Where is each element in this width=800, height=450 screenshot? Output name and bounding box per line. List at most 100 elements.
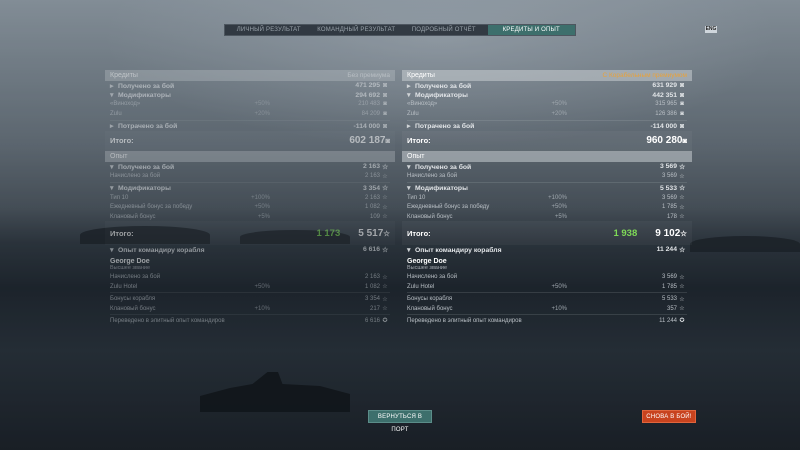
xp-star-icon: ☆ [679,306,685,313]
credits-icon: ◙ [679,82,685,90]
credits-title: Кредиты [407,72,435,79]
elite-xp-icon: ✪ [382,318,388,325]
xp-modifiers-row[interactable]: ▾ Модификаторы 3 354 ☆ [105,184,395,193]
xp-star-icon: ☆ [679,204,685,211]
credits-icon: ◙ [385,136,390,146]
credits-spent-row[interactable]: ▸ Потрачено за бой -114 000 ◙ [105,122,395,131]
credits-icon: ◙ [679,122,685,130]
captain-info: George Doe Высшее звание [402,255,692,273]
results-tabs: ЛИЧНЫЙ РЕЗУЛЬТАТ КОМАНДНЫЙ РЕЗУЛЬТАТ ПОД… [224,24,576,36]
chevron-right-icon: ▸ [110,123,114,131]
credits-total-row: Итого: 602 187 ◙ [105,131,395,151]
list-item: Клановый бонус +10% 357 ☆ [402,304,692,313]
chevron-down-icon: ▾ [110,246,114,254]
xp-star-icon: ☆ [382,274,388,281]
xp-star-icon: ☆ [381,185,389,193]
tab-credits-and-xp[interactable]: КРЕДИТЫ И ОПЫТ [487,25,575,35]
credits-earned-row[interactable]: ▸ Получено за бой 631 929 ◙ [402,81,692,90]
xp-earned-row[interactable]: ▾ Получено за бой 3 569 ☆ [402,162,692,171]
xp-star-icon: ☆ [382,195,388,202]
free-xp-value: 1 173 [316,227,341,239]
list-item: «Виноход» +50% 315 965 ◙ [402,100,692,109]
row-value: 471 295 [355,82,380,90]
credits-header: Кредиты С Корабельным премиумом [402,70,692,81]
xp-star-icon: ☆ [383,228,390,238]
divider [407,292,687,294]
xp-star-icon: ☆ [382,306,388,313]
results-column-premium: Кредиты С Корабельным премиумом ▸ Получен… [402,70,692,362]
list-item: Начислено за бой 3 569 ☆ [402,273,692,282]
captain-name: George Doe [110,257,150,265]
list-item: Клановый бонус +5% 109 ☆ [105,212,395,221]
list-item: Бонусы корабля 5 533 ☆ [402,294,692,303]
divider [110,314,390,316]
list-item: Переведено в элитный опыт командиров 11 2… [402,316,692,325]
xp-star-icon: ☆ [678,185,686,193]
xp-star-icon: ☆ [679,195,685,202]
chevron-down-icon: ▾ [407,185,411,193]
xp-header: Опыт [402,150,692,162]
language-flag-icon[interactable]: ENG [705,26,717,33]
credits-icon: ◙ [383,110,387,117]
captain-xp-row[interactable]: ▾ Опыт командиру корабля 6 616 ☆ [105,245,395,254]
chevron-down-icon: ▾ [407,163,411,171]
credits-earned-row[interactable]: ▸ Получено за бой 471 295 ◙ [105,81,395,90]
xp-star-icon: ☆ [382,173,388,180]
list-item: Zulu +20% 126 386 ◙ [402,109,692,118]
list-item: «Виноход» +50% 210 483 ◙ [105,100,395,109]
xp-total-row: Итого: 1 173 5 517 ☆ [105,221,395,245]
return-to-port-button[interactable]: ВЕРНУТЬСЯ В ПОРТ [368,410,432,433]
credits-modifiers-row[interactable]: ▾ Модификаторы 442 351 ◙ [402,90,692,100]
xp-star-icon: ☆ [680,228,687,238]
chevron-down-icon: ▾ [407,246,411,254]
row-label: Модификаторы [118,92,171,100]
row-value: -114 000 [353,122,380,130]
list-item: Начислено за бой 2 163 ☆ [105,171,395,180]
xp-star-icon: ☆ [679,284,685,291]
captain-name: George Doe [407,257,447,265]
tab-detailed-report[interactable]: ПОДРОБНЫЙ ОТЧЁТ [400,25,488,35]
credits-icon: ◙ [679,91,685,99]
captain-xp-row[interactable]: ▾ Опыт командиру корабля 11 244 ☆ [402,245,692,254]
xp-star-icon: ☆ [678,246,686,254]
free-xp-value: 1 938 [613,227,638,239]
xp-total-row: Итого: 1 938 9 102 ☆ [402,221,692,246]
chevron-down-icon: ▾ [407,92,411,100]
list-item: Ежедневный бонус за победу +50% 1 082 ☆ [105,203,395,212]
xp-star-icon: ☆ [382,296,388,303]
row-label: Потрачено за бой [118,123,178,131]
xp-earned-row[interactable]: ▾ Получено за бой 2 163 ☆ [105,162,395,171]
battle-again-button[interactable]: СНОВА В БОЙ! [642,410,696,423]
chevron-right-icon: ▸ [407,123,411,131]
list-item: Начислено за бой 3 569 ☆ [402,171,692,180]
xp-modifiers-row[interactable]: ▾ Модификаторы 5 533 ☆ [402,184,692,193]
divider [407,181,687,183]
tab-team-result[interactable]: КОМАНДНЫЙ РЕЗУЛЬТАТ [313,25,401,35]
row-value: 294 692 [355,91,380,99]
account-type-label: Без премиума [347,72,390,79]
chevron-down-icon: ▾ [110,92,114,100]
xp-star-icon: ☆ [678,163,686,171]
elite-xp-icon: ✪ [679,318,685,325]
credits-total-row: Итого: 960 280 ◙ [402,130,692,151]
list-item: Клановый бонус +10% 217 ☆ [105,304,395,313]
tab-personal-result[interactable]: ЛИЧНЫЙ РЕЗУЛЬТАТ [225,25,313,35]
divider [407,314,687,316]
credits-modifiers-row[interactable]: ▾ Модификаторы 294 692 ◙ [105,90,395,100]
xp-star-icon: ☆ [679,214,685,221]
list-item: Тип 10 +100% 2 163 ☆ [105,193,395,202]
list-item: Начислено за бой 2 163 ☆ [105,273,395,282]
credits-icon: ◙ [682,136,687,146]
credits-icon: ◙ [680,101,684,108]
list-item: Ежедневный бонус за победу +50% 1 785 ☆ [402,203,692,212]
list-item: Тип 10 +100% 3 569 ☆ [402,193,692,202]
xp-star-icon: ☆ [382,204,388,211]
xp-star-icon: ☆ [382,214,388,221]
captain-info: George Doe Высшее звание [105,255,395,273]
credits-spent-row[interactable]: ▸ Потрачено за бой -114 000 ◙ [402,122,692,131]
credits-title: Кредиты [110,72,138,79]
credits-icon: ◙ [680,110,684,117]
list-item: Клановый бонус +5% 178 ☆ [402,212,692,221]
xp-star-icon: ☆ [381,246,389,254]
divider [110,119,390,121]
